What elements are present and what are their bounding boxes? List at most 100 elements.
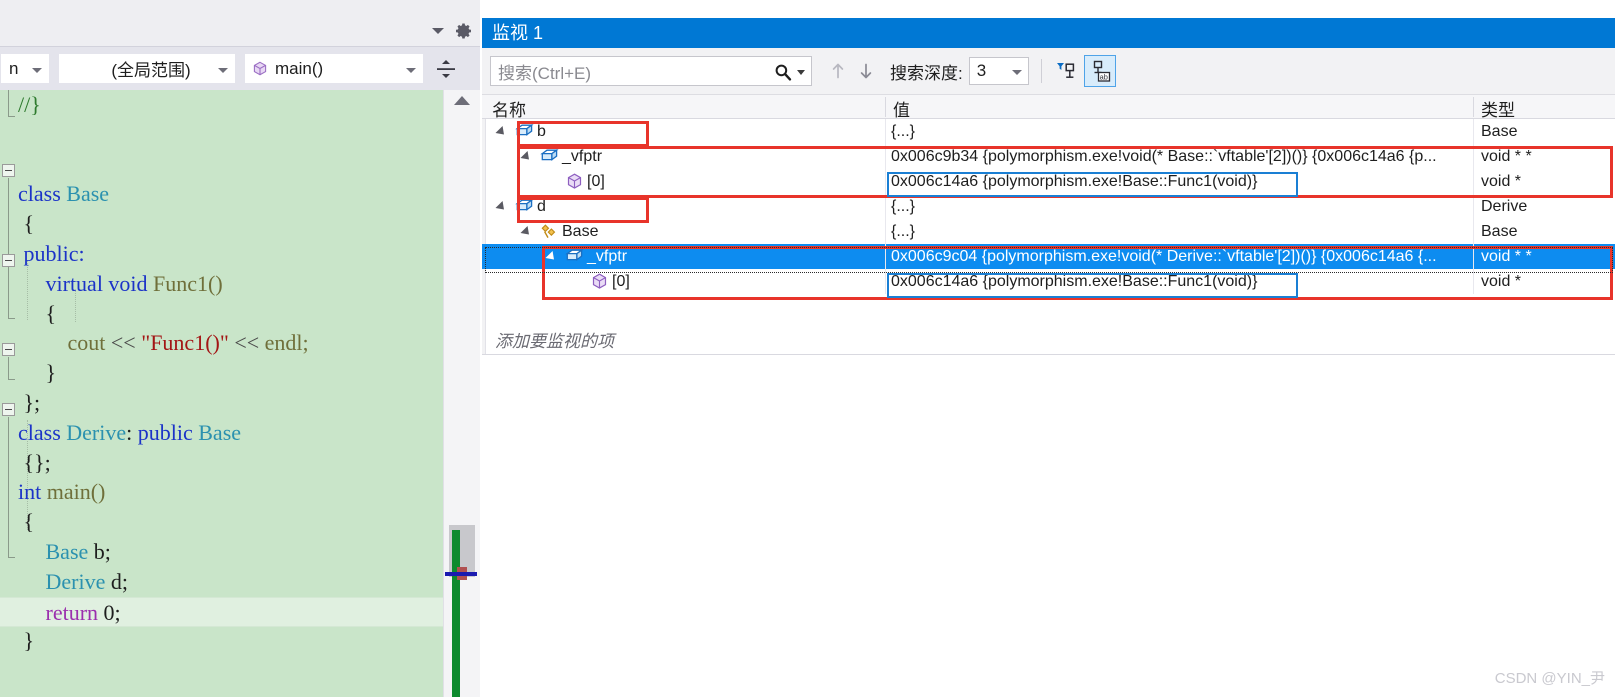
code-line[interactable]: public: <box>0 239 443 269</box>
filter-pin-icon[interactable] <box>1052 57 1078 85</box>
column-header-type[interactable]: 类型 <box>1475 96 1515 121</box>
code-line[interactable]: } <box>0 358 443 388</box>
watch-row-value[interactable]: 0x006c9b34 {polymorphism.exe!void(* Base… <box>887 144 1475 169</box>
watch-row-name-cell[interactable]: [0] <box>482 269 887 294</box>
code-token: //} <box>18 92 41 117</box>
search-icon[interactable] <box>773 62 793 87</box>
code-line-text: } <box>18 358 57 388</box>
svg-text:ab: ab <box>1099 73 1107 82</box>
code-line[interactable]: { <box>0 507 443 537</box>
watch-row-name-cell[interactable]: b <box>482 119 887 144</box>
watch-row[interactable]: _vfptr 0x006c9b34 {polymorphism.exe!void(… <box>482 144 1615 169</box>
member-dropdown[interactable]: main() <box>244 53 424 84</box>
watch-row-value[interactable]: {...} <box>887 119 1475 144</box>
scope-dropdown[interactable]: (全局范围) <box>58 53 236 84</box>
watch-row-name: _vfptr <box>562 148 603 165</box>
code-token: Base <box>18 539 89 564</box>
watch-row[interactable]: _vfptr 0x006c9c04 {polymorphism.exe!void(… <box>482 244 1615 269</box>
code-token: : <box>126 419 138 445</box>
watch-row-name-cell[interactable]: [0] <box>482 169 887 194</box>
scroll-up-arrow-icon[interactable] <box>454 96 470 105</box>
code-line[interactable]: //} <box>0 90 443 120</box>
watch-row-name: _vfptr <box>587 248 628 265</box>
code-line[interactable]: Base b; <box>0 537 443 567</box>
code-line[interactable]: { <box>0 299 443 329</box>
watch-row-value[interactable]: 0x006c9c04 {polymorphism.exe!void(* Deri… <box>887 244 1475 269</box>
watch-window-pane: 监视 1 搜索(Ctrl+E) 搜索深度: 3 ab 名称 值 类型 b {..… <box>482 0 1615 697</box>
code-line[interactable]: {}; <box>0 448 443 478</box>
code-token: } <box>18 360 57 386</box>
current-line-marker <box>445 572 477 576</box>
search-next-button[interactable] <box>852 56 880 86</box>
code-editor-pane: n (全局范围) main() //} class Base {public:… <box>0 0 480 697</box>
split-window-icon[interactable] <box>433 54 459 84</box>
cell-divider <box>1473 269 1474 294</box>
code-line[interactable]: Derive d; <box>0 567 443 597</box>
cell-divider <box>885 194 886 219</box>
watch-row[interactable]: b {...} Base <box>482 119 1615 144</box>
watch-row-name-cell[interactable]: _vfptr <box>482 244 887 269</box>
code-line[interactable]: }; <box>0 388 443 418</box>
watch-rows-container: b {...} Base _vfptr 0x006c9b34 {polymorphism… <box>482 119 1615 329</box>
expander-triangle-icon[interactable] <box>495 125 508 139</box>
add-watch-item-row[interactable]: 添加要监视的项 <box>482 329 1615 354</box>
watch-row-name-cell[interactable]: _vfptr <box>482 144 887 169</box>
file-dropdown[interactable]: n <box>0 53 50 84</box>
expander-triangle-icon[interactable] <box>545 250 558 264</box>
pin-ab-icon[interactable]: ab <box>1083 55 1116 87</box>
column-divider[interactable] <box>1473 97 1474 117</box>
watch-row-type: void * <box>1481 173 1522 190</box>
expander-triangle-icon[interactable] <box>520 225 533 239</box>
column-header-value[interactable]: 值 <box>887 96 910 121</box>
expander-triangle-icon[interactable] <box>495 200 508 214</box>
chevron-down-icon[interactable] <box>797 70 805 75</box>
watch-row-value[interactable]: 0x006c14a6 {polymorphism.exe!Base::Func1… <box>887 269 1475 294</box>
watch-row[interactable]: [0] 0x006c14a6 {polymorphism.exe!Base::Fu… <box>482 269 1615 294</box>
code-line[interactable]: class Base <box>0 179 443 209</box>
code-line[interactable] <box>0 120 443 150</box>
editor-navigation-bar: n (全局范围) main() <box>0 46 480 90</box>
code-token: { <box>18 211 35 237</box>
watch-row-value[interactable]: {...} <box>887 219 1475 244</box>
search-previous-button[interactable] <box>824 56 852 86</box>
watch-row-value[interactable]: {...} <box>887 194 1475 219</box>
column-header-name[interactable]: 名称 <box>486 96 526 121</box>
search-depth-dropdown[interactable]: 3 <box>968 57 1029 85</box>
gear-icon[interactable] <box>454 21 474 46</box>
code-line[interactable]: } <box>0 626 443 656</box>
code-line[interactable]: virtual void Func1() <box>0 269 443 299</box>
code-line[interactable]: return 0; <box>0 596 443 627</box>
code-line[interactable]: class Derive: public Base <box>0 418 443 448</box>
chevron-down-icon <box>406 68 416 73</box>
code-line[interactable]: int main() <box>0 477 443 507</box>
code-token: { <box>18 509 35 535</box>
watch-row-name-cell[interactable]: Base <box>482 219 887 244</box>
cell-divider <box>1473 119 1474 144</box>
code-line-text: class Base <box>18 179 109 209</box>
watch-row[interactable]: [0] 0x006c14a6 {polymorphism.exe!Base::Fu… <box>482 169 1615 194</box>
cell-divider <box>885 269 886 294</box>
watch-row-value[interactable]: 0x006c14a6 {polymorphism.exe!Base::Func1… <box>887 169 1475 194</box>
watch-window-titlebar[interactable]: 监视 1 <box>482 18 1615 48</box>
base-link-icon <box>540 222 559 241</box>
code-line[interactable]: { <box>0 209 443 239</box>
code-line[interactable] <box>0 150 443 180</box>
grid-bottom-border <box>482 354 1615 355</box>
editor-vertical-scrollbar[interactable] <box>443 90 480 697</box>
expander-triangle-icon[interactable] <box>520 150 533 164</box>
code-token: << <box>228 330 265 356</box>
watch-row-name-cell[interactable]: d <box>482 194 887 219</box>
code-token: {}; <box>18 449 51 475</box>
watch-row[interactable]: Base {...} Base <box>482 219 1615 244</box>
code-line[interactable]: cout << "Func1()" << endl; <box>0 328 443 358</box>
search-depth-label: 搜索深度: <box>890 63 963 83</box>
column-divider[interactable] <box>885 97 886 117</box>
watch-row[interactable]: d {...} Derive <box>482 194 1615 219</box>
cube-icon <box>251 60 269 78</box>
code-text-area[interactable]: //} class Base { public: virtual void Fun… <box>0 90 443 697</box>
code-token: Derive <box>18 568 106 594</box>
chevron-down-icon[interactable] <box>432 28 444 34</box>
watch-window-title: 监视 1 <box>492 23 544 43</box>
code-token: return <box>18 599 104 625</box>
search-input[interactable]: 搜索(Ctrl+E) <box>490 56 812 86</box>
